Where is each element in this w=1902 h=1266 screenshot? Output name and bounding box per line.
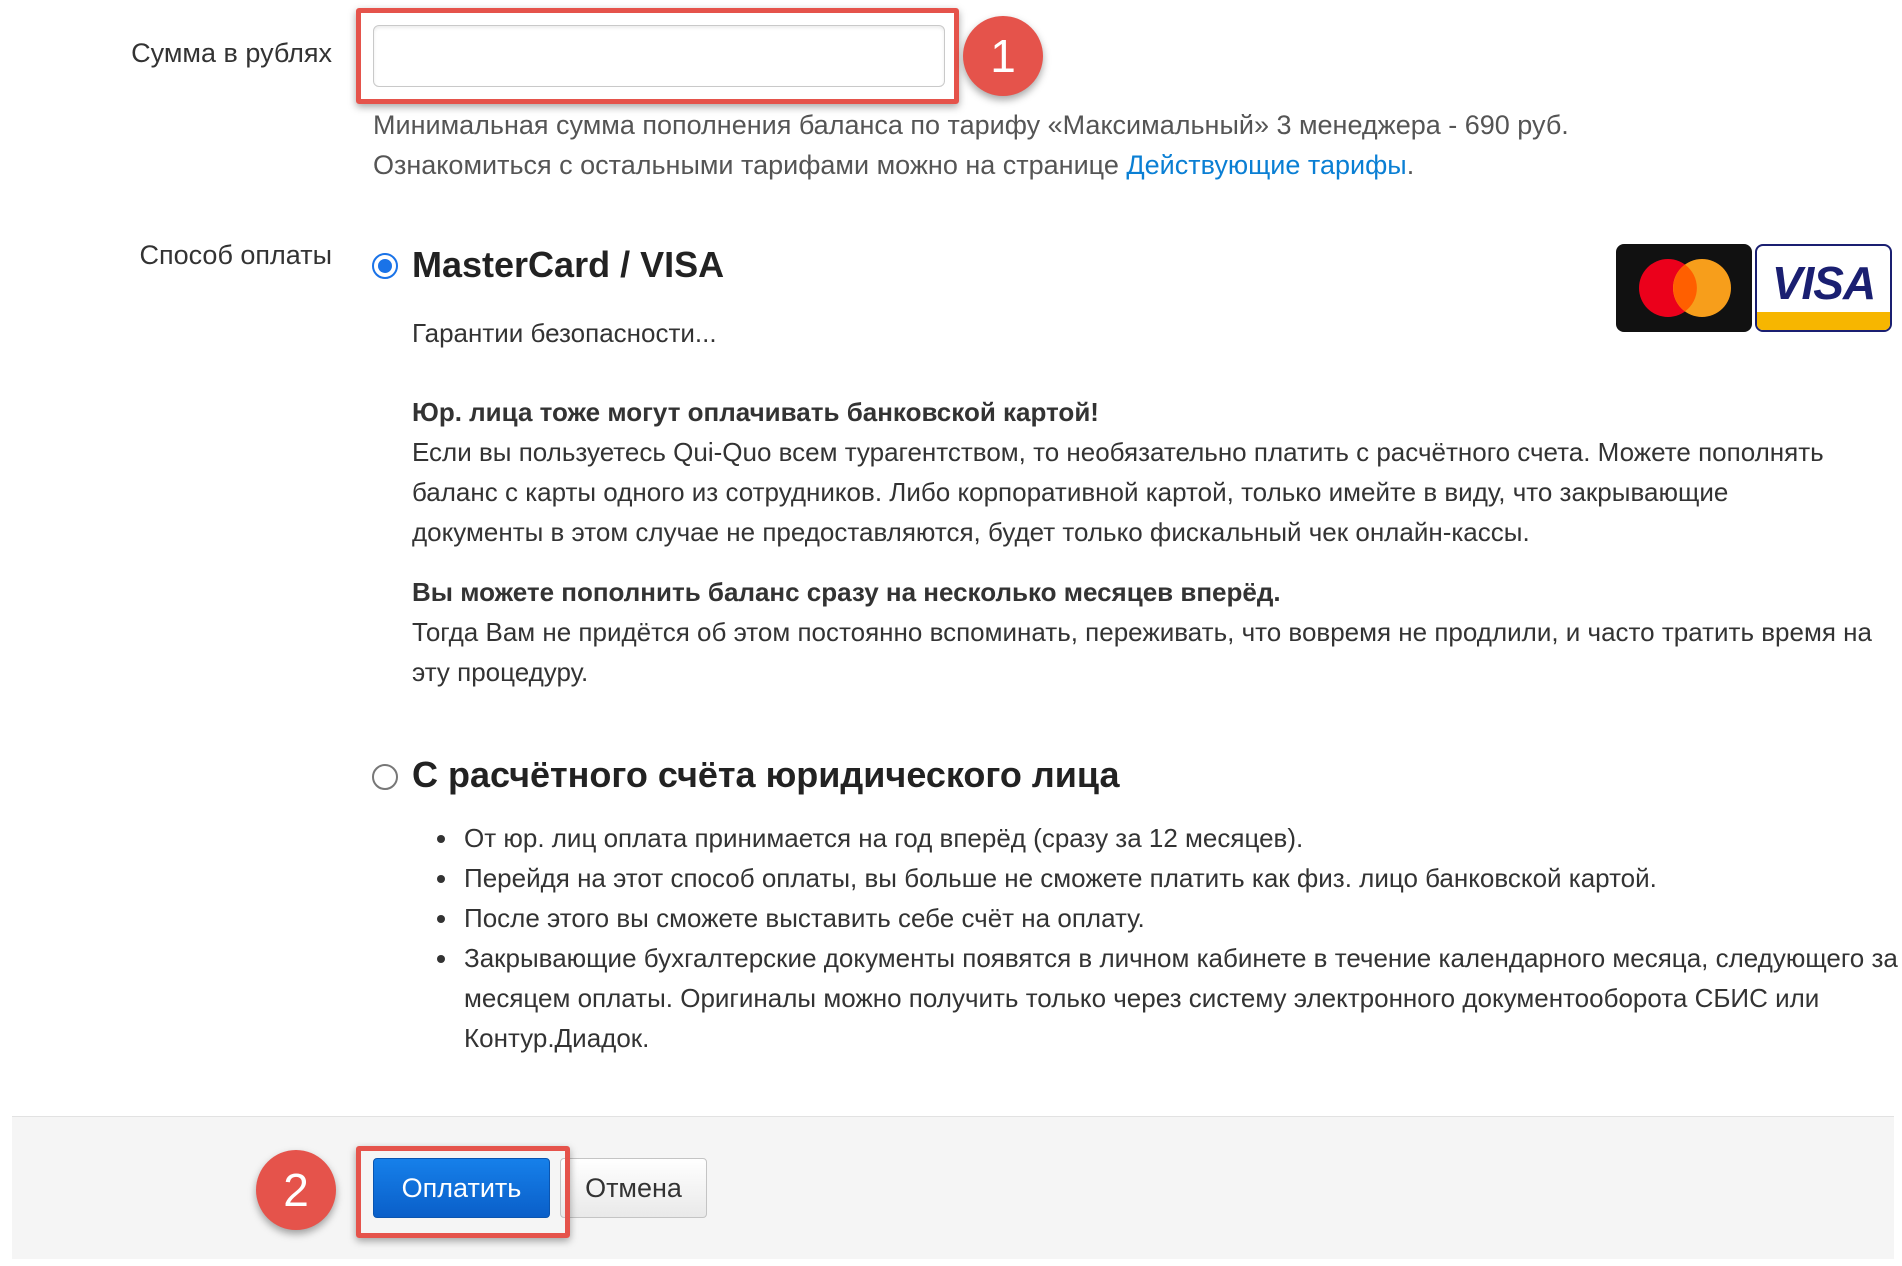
visa-logo-text: VISA [1771,257,1876,309]
card-info-heading-2: Вы можете пополнить баланс сразу на неск… [412,577,1281,607]
visa-stripe [1757,312,1890,330]
card-option-title[interactable]: MasterCard / VISA [412,244,724,286]
bank-option-title[interactable]: С расчётного счёта юридического лица [412,754,1120,796]
security-guarantee-link[interactable]: Гарантии безопасности... [412,313,717,353]
bank-account-radio[interactable] [372,764,398,790]
mastercard-circles-icon [1639,259,1731,317]
callout-frame-pay [356,1146,570,1238]
step-badge-2: 2 [256,1150,336,1230]
amount-hint: Минимальная сумма пополнения баланса по … [373,105,1873,185]
amount-hint-line2: Ознакомиться с остальными тарифами можно… [373,145,1873,185]
callout-frame-amount [356,8,959,104]
list-item: Перейдя на этот способ оплаты, вы больше… [460,858,1900,898]
mastercard-logo-icon [1616,244,1752,332]
amount-label: Сумма в рублях [131,38,332,68]
list-item: От юр. лиц оплата принимается на год впе… [460,818,1900,858]
step-badge-1: 1 [963,16,1043,96]
card-info-block: Юр. лица тоже могут оплачивать банковско… [412,392,1892,692]
card-info-heading-1: Юр. лица тоже могут оплачивать банковско… [412,397,1099,427]
list-item: После этого вы сможете выставить себе сч… [460,898,1900,938]
card-info-text-1: Если вы пользуетесь Qui-Quo всем тураген… [412,437,1824,547]
amount-hint-suffix: . [1406,150,1415,180]
card-info-text-2: Тогда Вам не придётся об этом постоянно … [412,617,1872,687]
payment-method-label: Способ оплаты [139,240,332,270]
amount-hint-line1: Минимальная сумма пополнения баланса по … [373,110,1569,140]
bank-option-conditions: От юр. лиц оплата принимается на год впе… [412,818,1900,1058]
radio-dot-icon [378,259,392,273]
amount-hint-prefix: Ознакомиться с остальными тарифами можно… [373,150,1127,180]
card-radio[interactable] [372,253,398,279]
cancel-button[interactable]: Отмена [560,1158,707,1218]
tariffs-link[interactable]: Действующие тарифы [1126,150,1406,180]
list-item: Закрывающие бухгалтерские документы появ… [460,938,1900,1058]
visa-logo-icon: VISA [1755,244,1892,332]
